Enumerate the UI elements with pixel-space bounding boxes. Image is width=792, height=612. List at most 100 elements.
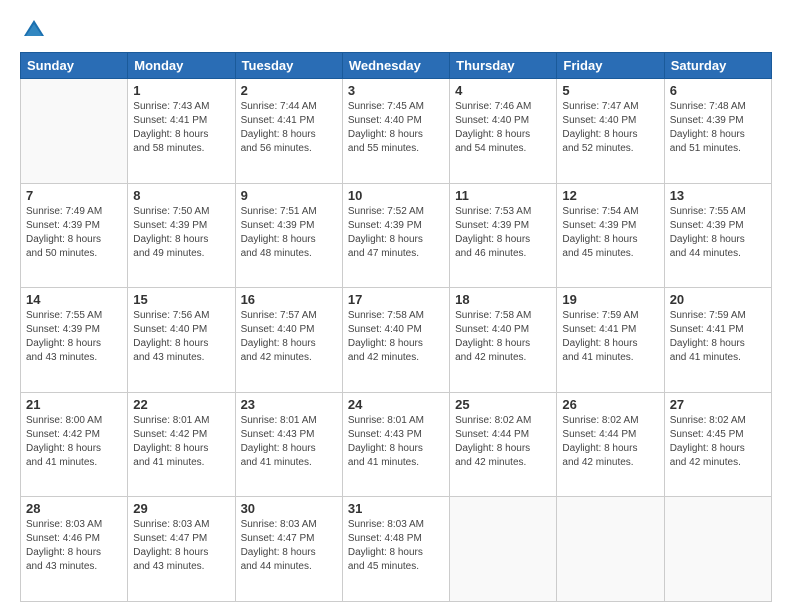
calendar-cell: 12Sunrise: 7:54 AMSunset: 4:39 PMDayligh… bbox=[557, 183, 664, 288]
day-number: 14 bbox=[26, 292, 122, 307]
calendar-cell: 30 Sunrise: 8:03 AMSunset: 4:47 PMDayligh… bbox=[235, 497, 342, 602]
day-info: Sunrise: 7:52 AMSunset: 4:39 PMDaylight:… bbox=[348, 205, 444, 261]
day-header-saturday: Saturday bbox=[664, 53, 771, 79]
calendar-cell: 20 Sunrise: 7:59 AMSunset: 4:41 PMDayligh… bbox=[664, 288, 771, 393]
day-number: 27 bbox=[670, 397, 766, 412]
day-info: Sunrise: 8:01 AMSunset: 4:43 PMDaylight:… bbox=[241, 414, 337, 470]
day-number: 3 bbox=[348, 83, 444, 98]
day-info: Sunrise: 8:02 AMSunset: 4:44 PMDaylight:… bbox=[455, 414, 551, 470]
day-info: Sunrise: 7:46 AMSunset: 4:40 PMDaylight:… bbox=[455, 100, 551, 156]
header bbox=[20, 16, 772, 44]
day-info: Sunrise: 7:51 AMSunset: 4:39 PMDaylight:… bbox=[241, 205, 337, 261]
calendar-cell: 26 Sunrise: 8:02 AMSunset: 4:44 PMDayligh… bbox=[557, 392, 664, 497]
day-number: 26 bbox=[562, 397, 658, 412]
day-info: Sunrise: 8:00 AMSunset: 4:42 PMDaylight:… bbox=[26, 414, 122, 470]
day-info: Sunrise: 8:01 AMSunset: 4:42 PMDaylight:… bbox=[133, 414, 229, 470]
day-number: 17 bbox=[348, 292, 444, 307]
day-number: 8 bbox=[133, 188, 229, 203]
day-number: 18 bbox=[455, 292, 551, 307]
calendar-cell: 1 Sunrise: 7:43 AMSunset: 4:41 PMDaylight… bbox=[128, 79, 235, 184]
calendar-cell: 10 Sunrise: 7:52 AMSunset: 4:39 PMDayligh… bbox=[342, 183, 449, 288]
day-number: 12 bbox=[562, 188, 658, 203]
day-info: Sunrise: 7:49 AMSunset: 4:39 PMDaylight:… bbox=[26, 205, 122, 261]
day-number: 31 bbox=[348, 501, 444, 516]
page: SundayMondayTuesdayWednesdayThursdayFrid… bbox=[0, 0, 792, 612]
day-number: 22 bbox=[133, 397, 229, 412]
calendar-cell: 11 Sunrise: 7:53 AMSunset: 4:39 PMDayligh… bbox=[450, 183, 557, 288]
day-info: Sunrise: 8:03 AMSunset: 4:47 PMDaylight:… bbox=[133, 518, 229, 574]
day-info: Sunrise: 8:02 AMSunset: 4:44 PMDaylight:… bbox=[562, 414, 658, 470]
day-number: 30 bbox=[241, 501, 337, 516]
day-info: Sunrise: 7:55 AMSunset: 4:39 PMDaylight:… bbox=[26, 309, 122, 365]
calendar-cell: 7 Sunrise: 7:49 AMSunset: 4:39 PMDaylight… bbox=[21, 183, 128, 288]
day-info: Sunrise: 7:48 AMSunset: 4:39 PMDaylight:… bbox=[670, 100, 766, 156]
day-info: Sunrise: 7:45 AMSunset: 4:40 PMDaylight:… bbox=[348, 100, 444, 156]
calendar-cell: 27 Sunrise: 8:02 AMSunset: 4:45 PMDayligh… bbox=[664, 392, 771, 497]
calendar-cell: 21 Sunrise: 8:00 AMSunset: 4:42 PMDayligh… bbox=[21, 392, 128, 497]
day-info: Sunrise: 7:58 AMSunset: 4:40 PMDaylight:… bbox=[348, 309, 444, 365]
day-number: 4 bbox=[455, 83, 551, 98]
calendar-cell: 24Sunrise: 8:01 AMSunset: 4:43 PMDayligh… bbox=[342, 392, 449, 497]
day-number: 23 bbox=[241, 397, 337, 412]
calendar-cell: 23 Sunrise: 8:01 AMSunset: 4:43 PMDayligh… bbox=[235, 392, 342, 497]
day-number: 21 bbox=[26, 397, 122, 412]
day-header-friday: Friday bbox=[557, 53, 664, 79]
calendar-cell: 28 Sunrise: 8:03 AMSunset: 4:46 PMDayligh… bbox=[21, 497, 128, 602]
day-number: 19 bbox=[562, 292, 658, 307]
day-info: Sunrise: 7:44 AMSunset: 4:41 PMDaylight:… bbox=[241, 100, 337, 156]
day-header-tuesday: Tuesday bbox=[235, 53, 342, 79]
day-info: Sunrise: 8:03 AMSunset: 4:48 PMDaylight:… bbox=[348, 518, 444, 574]
day-number: 7 bbox=[26, 188, 122, 203]
day-number: 10 bbox=[348, 188, 444, 203]
day-number: 16 bbox=[241, 292, 337, 307]
day-number: 28 bbox=[26, 501, 122, 516]
calendar-cell: 19 Sunrise: 7:59 AMSunset: 4:41 PMDayligh… bbox=[557, 288, 664, 393]
day-info: Sunrise: 7:56 AMSunset: 4:40 PMDaylight:… bbox=[133, 309, 229, 365]
day-info: Sunrise: 7:58 AMSunset: 4:40 PMDaylight:… bbox=[455, 309, 551, 365]
day-info: Sunrise: 7:59 AMSunset: 4:41 PMDaylight:… bbox=[670, 309, 766, 365]
day-number: 5 bbox=[562, 83, 658, 98]
calendar-header-row: SundayMondayTuesdayWednesdayThursdayFrid… bbox=[21, 53, 772, 79]
day-info: Sunrise: 7:59 AMSunset: 4:41 PMDaylight:… bbox=[562, 309, 658, 365]
day-number: 29 bbox=[133, 501, 229, 516]
day-info: Sunrise: 7:47 AMSunset: 4:40 PMDaylight:… bbox=[562, 100, 658, 156]
calendar-cell bbox=[664, 497, 771, 602]
calendar-cell: 4 Sunrise: 7:46 AMSunset: 4:40 PMDaylight… bbox=[450, 79, 557, 184]
day-header-monday: Monday bbox=[128, 53, 235, 79]
calendar-week-4: 21 Sunrise: 8:00 AMSunset: 4:42 PMDayligh… bbox=[21, 392, 772, 497]
calendar-table: SundayMondayTuesdayWednesdayThursdayFrid… bbox=[20, 52, 772, 602]
day-header-sunday: Sunday bbox=[21, 53, 128, 79]
day-header-thursday: Thursday bbox=[450, 53, 557, 79]
calendar-cell: 14 Sunrise: 7:55 AMSunset: 4:39 PMDayligh… bbox=[21, 288, 128, 393]
calendar-cell: 8Sunrise: 7:50 AMSunset: 4:39 PMDaylight… bbox=[128, 183, 235, 288]
day-header-wednesday: Wednesday bbox=[342, 53, 449, 79]
day-number: 13 bbox=[670, 188, 766, 203]
calendar-cell bbox=[557, 497, 664, 602]
calendar-cell: 15Sunrise: 7:56 AMSunset: 4:40 PMDayligh… bbox=[128, 288, 235, 393]
calendar-cell: 31 Sunrise: 8:03 AMSunset: 4:48 PMDayligh… bbox=[342, 497, 449, 602]
calendar-cell: 13 Sunrise: 7:55 AMSunset: 4:39 PMDayligh… bbox=[664, 183, 771, 288]
day-info: Sunrise: 7:55 AMSunset: 4:39 PMDaylight:… bbox=[670, 205, 766, 261]
calendar-cell: 6Sunrise: 7:48 AMSunset: 4:39 PMDaylight… bbox=[664, 79, 771, 184]
day-info: Sunrise: 8:03 AMSunset: 4:47 PMDaylight:… bbox=[241, 518, 337, 574]
calendar-cell: 25 Sunrise: 8:02 AMSunset: 4:44 PMDayligh… bbox=[450, 392, 557, 497]
logo bbox=[20, 16, 52, 44]
calendar-cell bbox=[450, 497, 557, 602]
calendar-cell bbox=[21, 79, 128, 184]
day-info: Sunrise: 7:53 AMSunset: 4:39 PMDaylight:… bbox=[455, 205, 551, 261]
day-number: 20 bbox=[670, 292, 766, 307]
calendar-cell: 17 Sunrise: 7:58 AMSunset: 4:40 PMDayligh… bbox=[342, 288, 449, 393]
day-number: 1 bbox=[133, 83, 229, 98]
day-info: Sunrise: 7:57 AMSunset: 4:40 PMDaylight:… bbox=[241, 309, 337, 365]
calendar-cell: 3 Sunrise: 7:45 AMSunset: 4:40 PMDaylight… bbox=[342, 79, 449, 184]
calendar-week-3: 14 Sunrise: 7:55 AMSunset: 4:39 PMDayligh… bbox=[21, 288, 772, 393]
day-info: Sunrise: 7:43 AMSunset: 4:41 PMDaylight:… bbox=[133, 100, 229, 156]
day-number: 24 bbox=[348, 397, 444, 412]
day-number: 11 bbox=[455, 188, 551, 203]
day-info: Sunrise: 8:02 AMSunset: 4:45 PMDaylight:… bbox=[670, 414, 766, 470]
calendar-week-2: 7 Sunrise: 7:49 AMSunset: 4:39 PMDaylight… bbox=[21, 183, 772, 288]
day-info: Sunrise: 8:03 AMSunset: 4:46 PMDaylight:… bbox=[26, 518, 122, 574]
calendar-cell: 2Sunrise: 7:44 AMSunset: 4:41 PMDaylight… bbox=[235, 79, 342, 184]
day-number: 25 bbox=[455, 397, 551, 412]
calendar-cell: 16 Sunrise: 7:57 AMSunset: 4:40 PMDayligh… bbox=[235, 288, 342, 393]
